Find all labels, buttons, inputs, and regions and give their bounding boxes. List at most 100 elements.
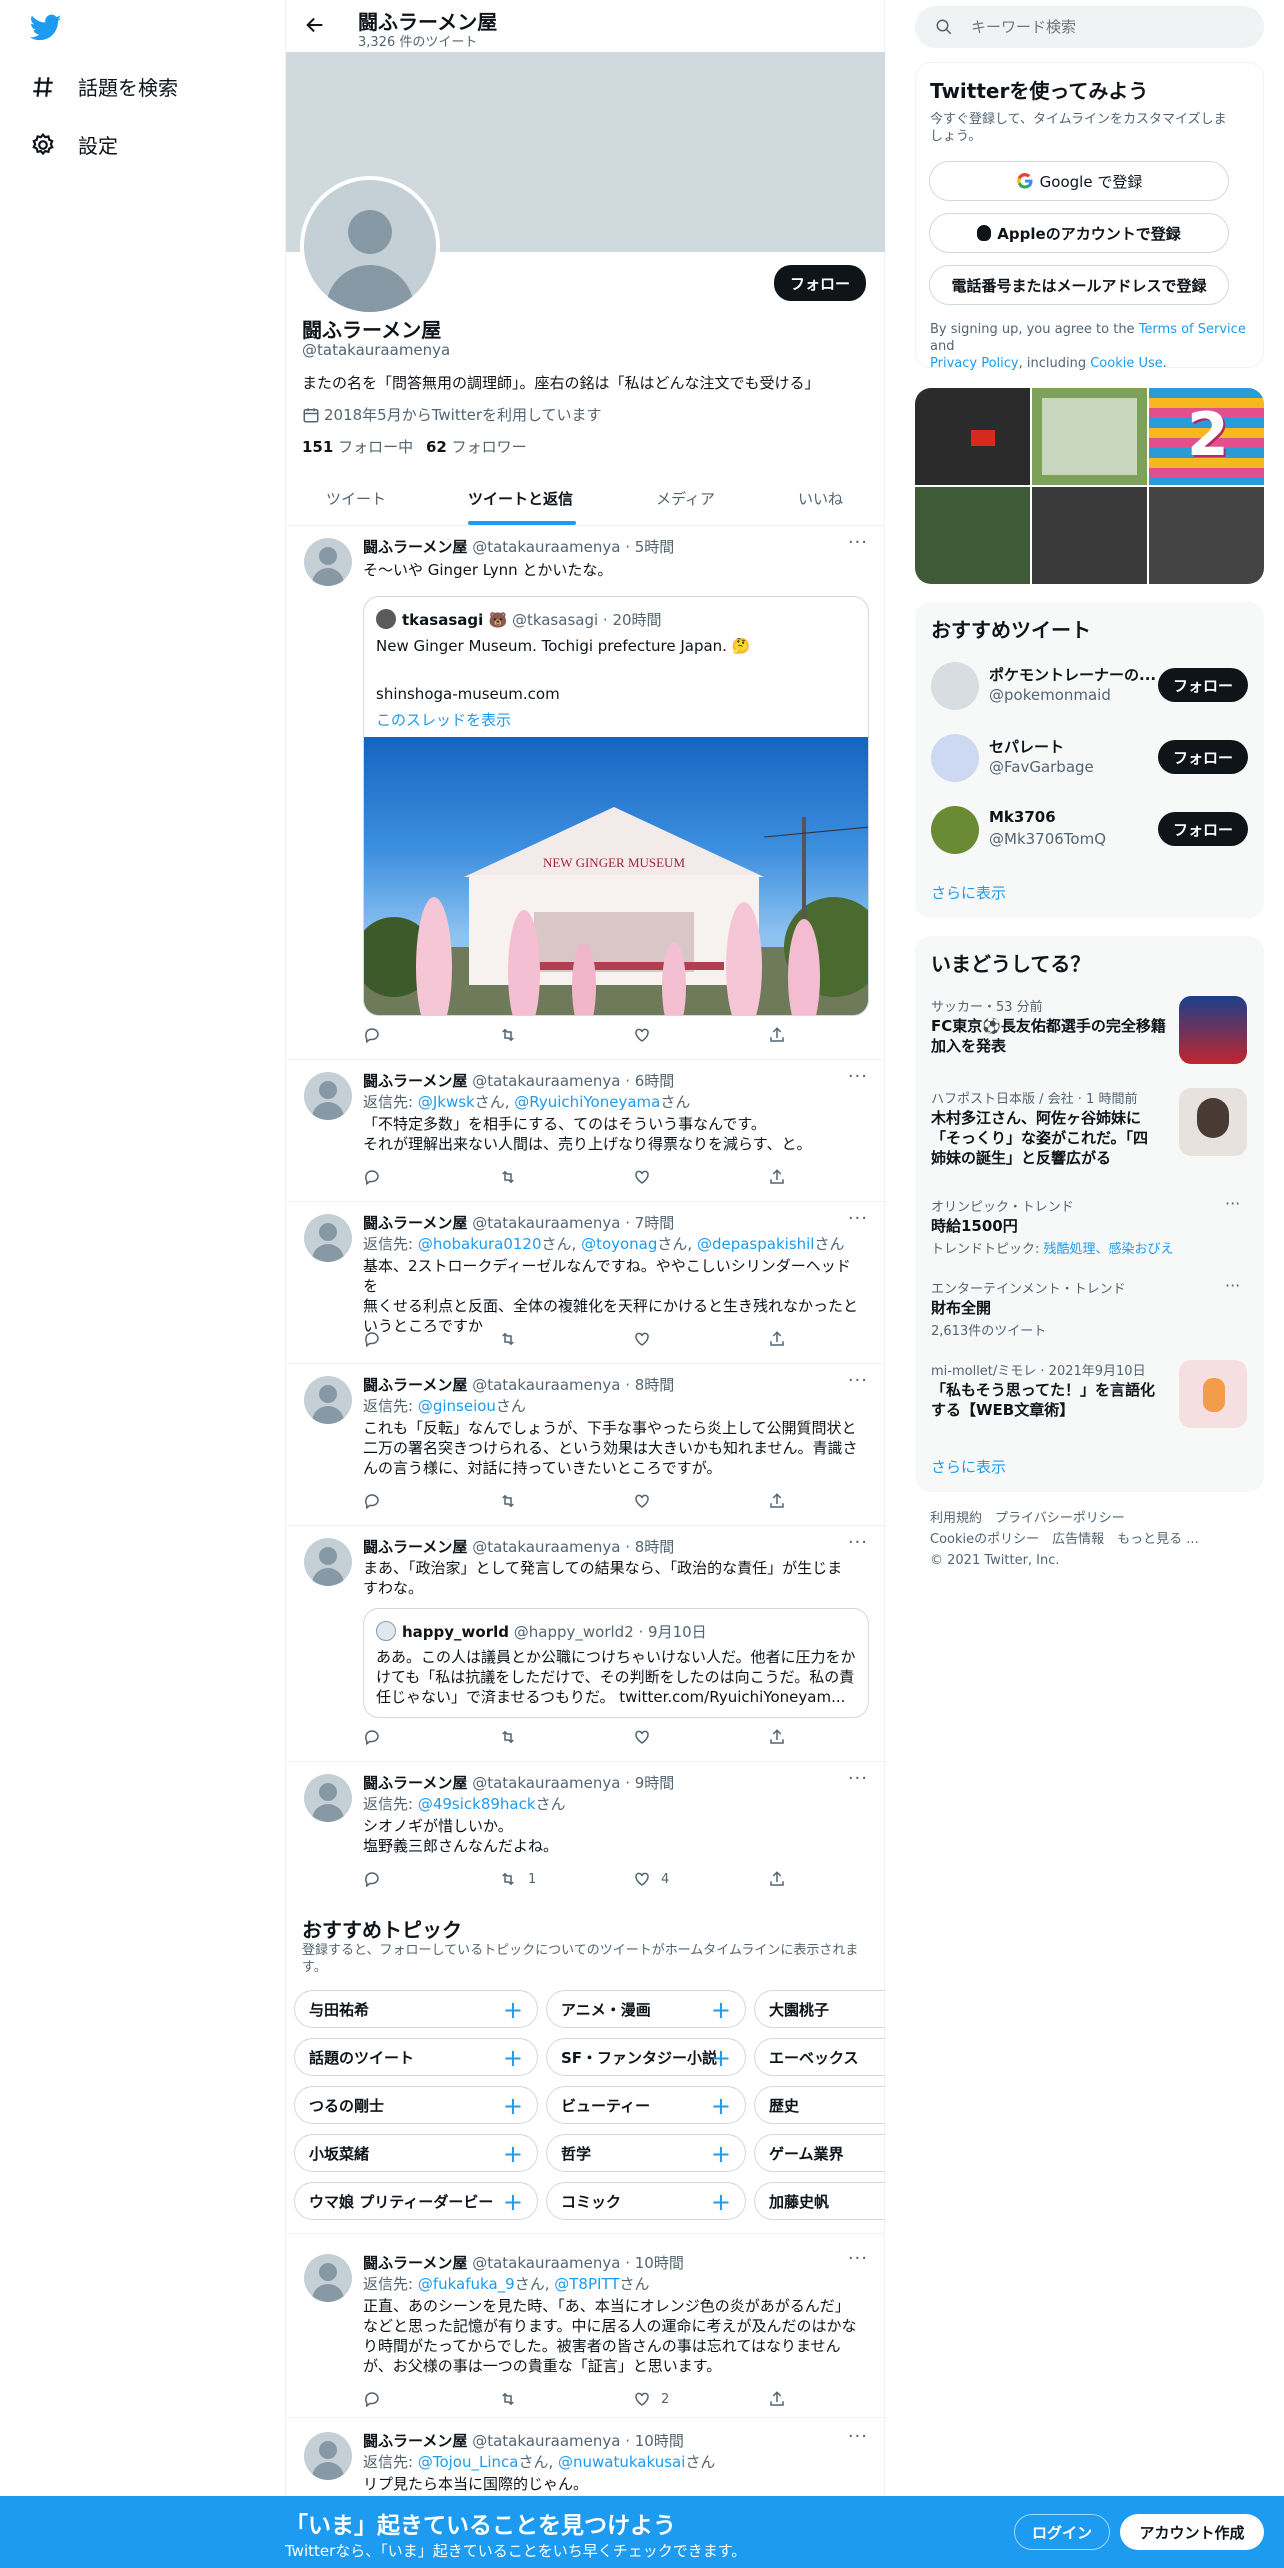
tweet-author-name[interactable]: 闘ふラーメン屋 <box>363 1538 467 1556</box>
retweet-icon[interactable] <box>498 2390 528 2408</box>
topic-chip[interactable]: 小坂菜緒 + <box>294 2134 538 2172</box>
account-name[interactable]: セパレート <box>989 736 1064 757</box>
media-thumb[interactable] <box>915 388 1030 485</box>
tweet-author-name[interactable]: 闘ふラーメン屋 <box>363 1376 467 1394</box>
tab-likes[interactable]: いいね <box>798 488 843 509</box>
more-icon[interactable]: ··· <box>848 1066 868 1087</box>
tweet-author-name[interactable]: 闘ふラーメン屋 <box>363 2254 467 2272</box>
trend-title[interactable]: 財布全開 <box>931 1298 991 1318</box>
apple-signup-button[interactable]: Appleのアカウントで登録 <box>929 213 1229 253</box>
media-thumb[interactable]: 2 <box>1149 388 1264 485</box>
quote-photo[interactable]: NEW GINGER MUSEUM <box>364 737 868 1015</box>
profile-following[interactable]: 151 フォロー中 <box>302 436 413 457</box>
nav-explore[interactable]: 話題を検索 <box>30 72 178 101</box>
tweet-author-name[interactable]: 闘ふラーメン屋 <box>363 2432 467 2450</box>
topic-chip[interactable]: 話題のツイート + <box>294 2038 538 2076</box>
tweet-author-name[interactable]: 闘ふラーメン屋 <box>363 1214 467 1232</box>
topic-chip[interactable]: ゲーム業界 <box>754 2134 885 2172</box>
nav-settings[interactable]: 設定 <box>30 130 118 159</box>
topic-chip[interactable]: ウマ娘 プリティーダービー + <box>294 2182 538 2220</box>
follow-button[interactable]: フォロー <box>1158 740 1248 774</box>
more-icon[interactable]: ··· <box>848 1370 868 1391</box>
tweet-avatar[interactable] <box>304 1214 352 1262</box>
footer-link[interactable]: プライバシーポリシー <box>995 1511 1125 1526</box>
reply-icon[interactable] <box>363 1330 391 1348</box>
like-icon[interactable] <box>633 1728 661 1746</box>
reply-user-link[interactable]: @nuwatukakusai <box>558 2453 685 2471</box>
reply-user-link[interactable]: @depaspakishil <box>697 1235 815 1253</box>
like-button[interactable]: 4 <box>633 1870 669 1888</box>
tab-media[interactable]: メディア <box>656 488 715 509</box>
footer-link[interactable]: 利用規約 <box>930 1511 982 1526</box>
tweet-avatar[interactable] <box>304 2254 352 2302</box>
account-name[interactable]: ポケモントレーナーの... <box>989 664 1156 685</box>
media-thumb[interactable] <box>1032 388 1147 485</box>
back-arrow-icon[interactable] <box>304 14 326 40</box>
cookie-link[interactable]: Cookie Use <box>1090 356 1163 371</box>
reply-user-link[interactable]: @fukafuka_9 <box>418 2275 515 2293</box>
account-avatar[interactable] <box>931 806 979 854</box>
share-icon[interactable] <box>768 2390 796 2408</box>
tweet[interactable]: 闘ふラーメン屋 @tatakauraamenya · 8時間 ··· まあ、「政… <box>286 1526 886 1762</box>
phone-signup-button[interactable]: 電話番号またはメールアドレスで登録 <box>929 265 1229 305</box>
topic-chip[interactable]: 与田祐希 + <box>294 1990 538 2028</box>
trend-image[interactable] <box>1179 996 1247 1064</box>
tweet-avatar[interactable] <box>304 1538 352 1586</box>
topic-chip[interactable]: ビューティー + <box>546 2086 746 2124</box>
topic-chip[interactable]: 哲学 + <box>546 2134 746 2172</box>
like-icon[interactable] <box>633 1492 661 1510</box>
trend-title[interactable]: 「私もそう思ってた！」を言語化 する【WEB文章術】 <box>931 1380 1155 1420</box>
tab-tweets[interactable]: ツイート <box>326 488 386 509</box>
tweet-author-name[interactable]: 闘ふラーメン屋 <box>363 1774 467 1792</box>
share-icon[interactable] <box>768 1728 796 1746</box>
tweet-avatar[interactable] <box>304 538 352 586</box>
tweet-avatar[interactable] <box>304 1072 352 1120</box>
footer-link[interactable]: 広告情報 <box>1052 1532 1104 1547</box>
tweet[interactable]: 闘ふラーメン屋 @tatakauraamenya · 7時間 ··· 返信先: … <box>286 1202 886 1364</box>
profile-avatar[interactable] <box>300 176 440 316</box>
tweet-avatar[interactable] <box>304 2432 352 2480</box>
trend-topic-link[interactable]: 残酷処理、感染おびえ <box>1044 1242 1174 1257</box>
trend-image[interactable] <box>1179 1360 1247 1428</box>
like-icon[interactable] <box>633 1026 661 1044</box>
login-button[interactable]: ログイン <box>1014 2514 1110 2550</box>
share-icon[interactable] <box>768 1026 796 1044</box>
more-icon[interactable]: ··· <box>848 1208 868 1229</box>
reply-user-link[interactable]: @49sick89hack <box>418 1795 536 1813</box>
topic-chip[interactable]: 加藤史帆 <box>754 2182 885 2220</box>
share-icon[interactable] <box>768 1168 796 1186</box>
media-thumb[interactable] <box>1032 487 1147 584</box>
reply-user-link[interactable]: @toyonag <box>581 1235 657 1253</box>
search-box[interactable] <box>915 6 1264 48</box>
show-thread-link[interactable]: このスレッドを表示 <box>376 709 511 730</box>
footer-link[interactable]: Cookieのポリシー <box>930 1532 1039 1547</box>
trend-more-icon[interactable]: ··· <box>1225 1276 1240 1295</box>
reply-icon[interactable] <box>363 1492 391 1510</box>
follow-button[interactable]: フォロー <box>1158 668 1248 702</box>
quote-tweet[interactable]: tkasasagi 🐻 @tkasasagi · 20時間 New Ginger… <box>363 596 869 1016</box>
topic-chip[interactable]: アニメ・漫画 + <box>546 1990 746 2028</box>
reply-user-link[interactable]: @ginseiou <box>418 1397 496 1415</box>
recommended-more-link[interactable]: さらに表示 <box>931 882 1006 903</box>
more-icon[interactable]: ··· <box>848 2248 868 2269</box>
topic-chip[interactable]: 大園桃子 <box>754 1990 885 2028</box>
quote-url[interactable]: shinshoga-museum.com <box>376 685 560 703</box>
reply-user-link[interactable]: @hobakura0120 <box>418 1235 542 1253</box>
reply-icon[interactable] <box>363 2390 391 2408</box>
twitter-logo-icon[interactable] <box>29 14 62 46</box>
account-name[interactable]: Mk3706 <box>989 808 1056 826</box>
more-icon[interactable]: ··· <box>848 2426 868 2447</box>
tweet-avatar[interactable] <box>304 1774 352 1822</box>
trend-image[interactable] <box>1179 1088 1247 1156</box>
tweet[interactable]: 闘ふラーメン屋 @tatakauraamenya · 6時間 ··· 返信先: … <box>286 1060 886 1202</box>
retweet-icon[interactable] <box>498 1168 528 1186</box>
tweet[interactable]: 闘ふラーメン屋 @tatakauraamenya · 8時間 ··· 返信先: … <box>286 1364 886 1526</box>
terms-link[interactable]: Terms of Service <box>1139 322 1246 337</box>
media-thumb[interactable] <box>915 487 1030 584</box>
like-button[interactable]: 2 <box>633 2390 669 2408</box>
quote-tweet[interactable]: happy_world @happy_world2 · 9月10日 ああ。この人… <box>363 1608 869 1718</box>
share-icon[interactable] <box>768 1330 796 1348</box>
share-icon[interactable] <box>768 1492 796 1510</box>
topic-chip[interactable]: 歴史 <box>754 2086 885 2124</box>
topic-chip[interactable]: コミック + <box>546 2182 746 2220</box>
